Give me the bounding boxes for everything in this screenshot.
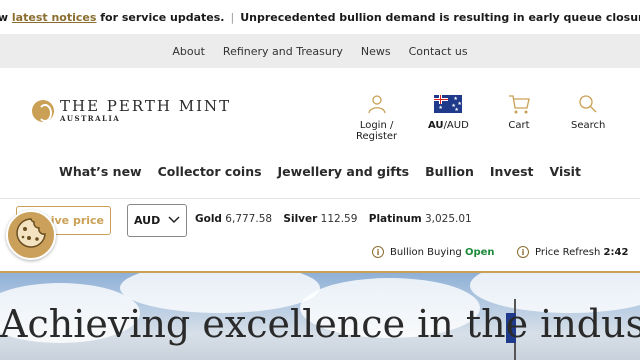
gold-price: 6,777.58 xyxy=(225,213,273,225)
brand-sub: AUSTRALIA xyxy=(60,114,121,123)
chevron-down-icon xyxy=(168,214,180,227)
platinum-price: 3,025.01 xyxy=(424,213,472,225)
user-icon xyxy=(366,92,388,116)
hero-title: Achieving excellence in the industry sin… xyxy=(0,302,640,346)
region-selector[interactable]: ★ ★ ★ ★ ★ AU/AUD xyxy=(428,92,469,131)
main-nav: What’s new Collector coins Jewellery and… xyxy=(0,158,640,196)
hero-banner: Achieving excellence in the industry sin… xyxy=(0,273,640,360)
nav-invest[interactable]: Invest xyxy=(490,164,534,196)
search-button[interactable]: Search xyxy=(571,92,605,131)
search-icon xyxy=(577,92,599,116)
price-refresh-label: Price Refresh xyxy=(535,246,601,258)
nav-jewellery-gifts[interactable]: Jewellery and gifts xyxy=(278,164,410,196)
platinum-label: Platinum xyxy=(368,213,422,225)
notice-alert: Unprecedented bullion demand is resultin… xyxy=(240,10,640,24)
bullion-buying-status: i Bullion Buying Open xyxy=(372,246,495,258)
site-header: THE PERTH MINT AUSTRALIA Login / Registe… xyxy=(0,68,640,158)
notice-bar: View latest notices for service updates.… xyxy=(0,0,640,34)
utility-nav: About Refinery and Treasury News Contact… xyxy=(0,34,640,68)
bullion-buying-label: Bullion Buying xyxy=(390,246,462,258)
swan-logo-icon xyxy=(32,99,54,122)
nav-visit[interactable]: Visit xyxy=(550,164,581,196)
register-label: Register xyxy=(356,131,398,142)
silver-label: Silver xyxy=(283,213,318,225)
search-label: Search xyxy=(571,120,606,131)
utility-link-refinery[interactable]: Refinery and Treasury xyxy=(223,45,343,58)
login-register-button[interactable]: Login / Register xyxy=(356,92,397,142)
silver-price: 112.59 xyxy=(320,213,358,225)
brand-name: THE PERTH MINT xyxy=(60,97,232,115)
notice-prefix: View xyxy=(0,10,9,24)
notice-separator: | xyxy=(230,10,235,24)
cart-icon xyxy=(507,92,531,116)
cart-label: Cart xyxy=(508,120,530,131)
nav-bullion[interactable]: Bullion xyxy=(425,164,474,196)
currency-select[interactable]: AUD xyxy=(127,204,187,237)
perth-mint-logo[interactable]: THE PERTH MINT AUSTRALIA xyxy=(32,98,231,123)
price-bar: Live price AUD Gold 6,777.58 Silver 112.… xyxy=(0,203,640,237)
utility-link-contact[interactable]: Contact us xyxy=(409,45,468,58)
nav-divider xyxy=(0,198,640,199)
price-refresh-status: i Price Refresh 2:42 xyxy=(517,246,628,258)
nav-whats-new[interactable]: What’s new xyxy=(59,164,142,196)
login-label: Login / xyxy=(359,120,394,131)
price-refresh-timer: 2:42 xyxy=(603,246,629,258)
spot-prices: Gold 6,777.58 Silver 112.59 Platinum 3,0… xyxy=(195,213,480,225)
notice-suffix: for service updates. xyxy=(100,10,225,24)
bullion-buying-state: Open xyxy=(464,246,495,258)
utility-link-news[interactable]: News xyxy=(361,45,391,58)
nav-collector-coins[interactable]: Collector coins xyxy=(158,164,262,196)
info-icon[interactable]: i xyxy=(517,246,529,258)
status-bar: i Bullion Buying Open i Price Refresh 2:… xyxy=(0,240,640,266)
region-label: AU/AUD xyxy=(428,120,469,131)
australia-flag-icon: ★ ★ ★ ★ ★ xyxy=(434,95,463,113)
latest-notices-link[interactable]: latest notices xyxy=(12,11,97,24)
currency-value: AUD xyxy=(134,214,161,227)
cart-button[interactable]: Cart xyxy=(507,92,531,131)
utility-link-about[interactable]: About xyxy=(172,45,205,58)
info-icon[interactable]: i xyxy=(372,246,384,258)
gold-label: Gold xyxy=(195,213,222,225)
